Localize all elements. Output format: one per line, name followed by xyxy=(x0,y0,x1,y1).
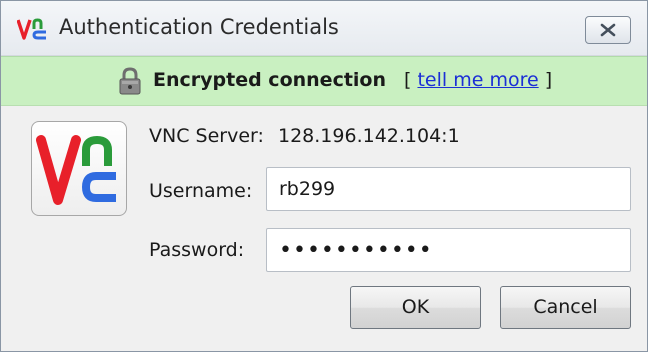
close-button[interactable] xyxy=(585,16,631,44)
tell-me-more-group: [ tell me more ] xyxy=(404,69,552,91)
vnc-logo-icon xyxy=(17,18,46,40)
vnc-server-label: VNC Server: xyxy=(149,125,264,147)
open-bracket: [ xyxy=(404,69,412,91)
auth-dialog: Authentication Credentials Encrypted con… xyxy=(0,0,648,352)
username-field[interactable] xyxy=(266,167,631,211)
vnc-logo xyxy=(31,121,127,216)
vnc-server-value: 128.196.142.104:1 xyxy=(278,125,460,147)
cancel-button[interactable]: Cancel xyxy=(500,286,631,329)
encryption-banner: Encrypted connection [ tell me more ] xyxy=(1,56,647,106)
ok-button[interactable]: OK xyxy=(350,286,481,329)
lock-icon xyxy=(119,67,141,95)
window-title: Authentication Credentials xyxy=(59,15,339,39)
close-icon xyxy=(600,23,616,37)
title-bar[interactable]: Authentication Credentials xyxy=(1,1,647,56)
password-label: Password: xyxy=(149,239,245,261)
tell-me-more-link[interactable]: tell me more xyxy=(417,69,538,91)
username-label: Username: xyxy=(149,180,253,202)
encryption-status: Encrypted connection xyxy=(153,69,387,91)
vnc-logo-icon xyxy=(36,135,116,205)
password-field[interactable] xyxy=(266,228,631,272)
close-bracket: ] xyxy=(544,69,553,91)
